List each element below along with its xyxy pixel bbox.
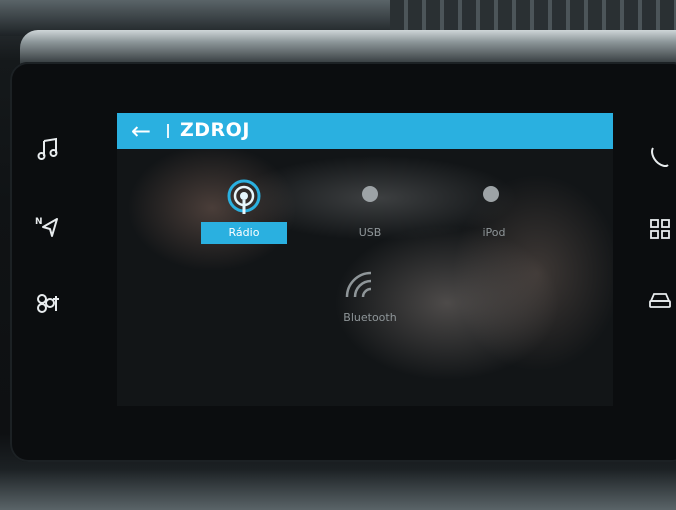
source-tile-ipod[interactable]: iPod	[451, 178, 537, 244]
apps-grid-icon[interactable]	[640, 218, 676, 245]
source-tile-radio[interactable]: Rádio	[201, 178, 287, 244]
right-hard-buttons	[640, 125, 676, 355]
reflection-glare	[117, 113, 613, 406]
source-label: Bluetooth	[343, 311, 397, 324]
left-hard-buttons: N	[28, 105, 98, 405]
radio-antenna-icon	[201, 178, 287, 222]
source-label: iPod	[482, 226, 506, 239]
header-bar: ← ZDROJ	[117, 113, 613, 149]
source-label: USB	[358, 226, 382, 239]
header-divider	[167, 124, 169, 138]
arrow-left-icon[interactable]: ←	[131, 117, 151, 145]
ipod-icon	[451, 178, 537, 222]
svg-text:N: N	[35, 217, 43, 227]
page-title: ZDROJ	[180, 119, 250, 141]
bluetooth-wireless-icon	[327, 263, 413, 307]
air-vent	[390, 0, 676, 30]
navigation-icon[interactable]: N	[28, 215, 68, 244]
car-icon[interactable]	[640, 290, 676, 315]
usb-icon	[327, 178, 413, 222]
phone-icon[interactable]	[640, 145, 676, 174]
settings-icon[interactable]	[28, 291, 68, 320]
infotainment-screen: ← ZDROJ Rádio USB iPod Bluetooth	[117, 113, 613, 406]
source-tile-bluetooth[interactable]: Bluetooth	[327, 263, 413, 329]
source-tile-usb[interactable]: USB	[327, 178, 413, 244]
source-label: Rádio	[201, 222, 287, 244]
dashboard-photo: N ← ZDROJ Rádio USB iPod Bluetooth	[0, 0, 676, 510]
music-note-icon[interactable]	[28, 137, 68, 166]
